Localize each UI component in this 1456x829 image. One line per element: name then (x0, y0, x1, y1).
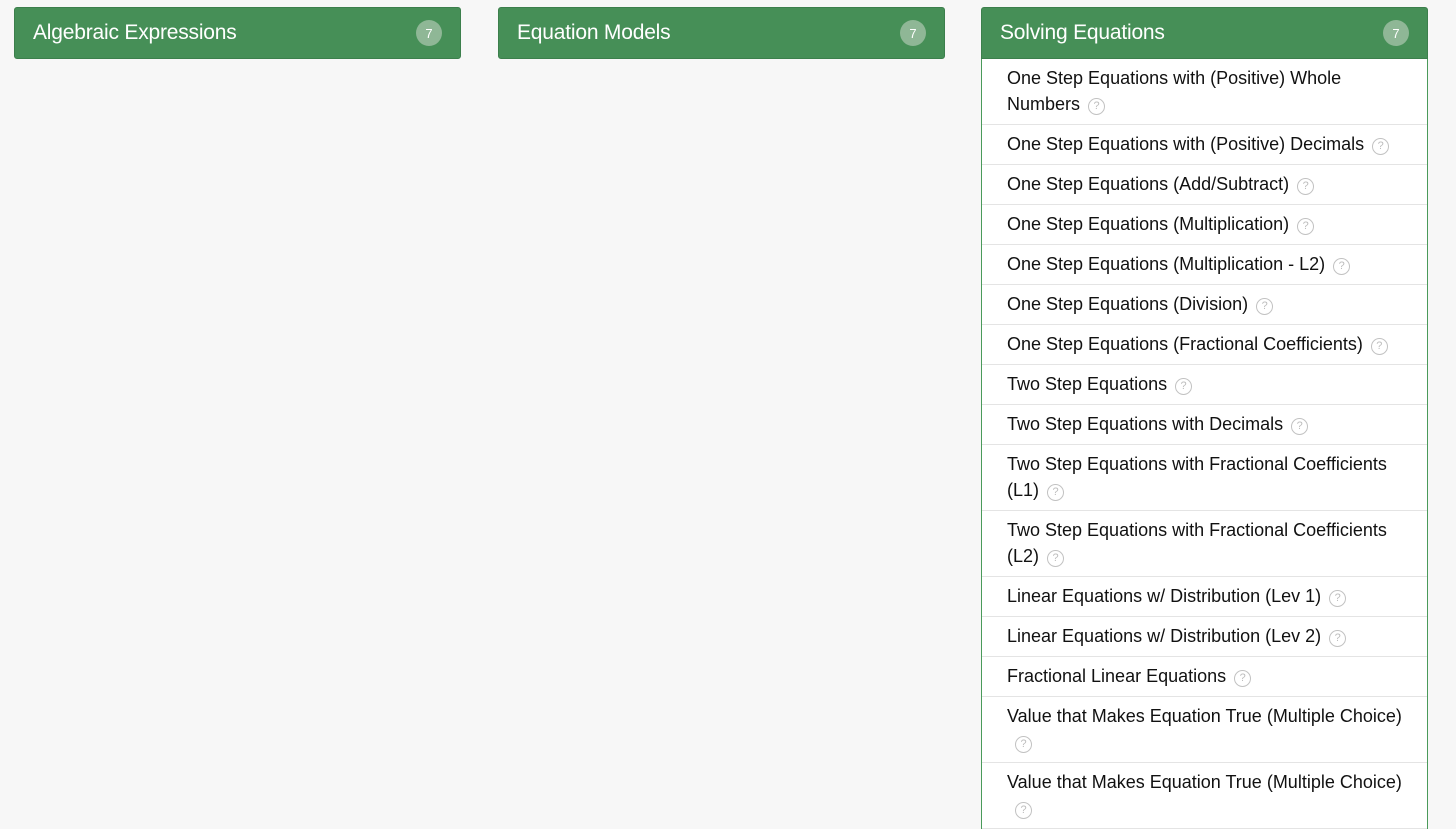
topic-item[interactable]: One Step Equations with (Positive) Decim… (982, 125, 1427, 165)
panel-title: Solving Equations (1000, 21, 1165, 44)
topic-label: Value that Makes Equation True (Multiple… (1007, 706, 1402, 726)
question-circle-icon[interactable]: ? (1047, 484, 1065, 501)
count-badge: 7 (1383, 20, 1409, 46)
panel-solving-equations: Solving Equations 7 One Step Equations w… (981, 7, 1428, 829)
topic-item[interactable]: Value that Makes Equation True (Multiple… (982, 697, 1427, 763)
topic-item[interactable]: Fractional Linear Equations? (982, 657, 1427, 697)
question-circle-icon[interactable]: ? (1297, 178, 1315, 195)
topic-label: Linear Equations w/ Distribution (Lev 2) (1007, 626, 1322, 646)
topic-item[interactable]: Linear Equations w/ Distribution (Lev 2)… (982, 617, 1427, 657)
topic-label: Fractional Linear Equations (1007, 666, 1227, 686)
topic-label: One Step Equations with (Positive) Decim… (1007, 134, 1365, 154)
topic-label: One Step Equations (Division) (1007, 294, 1249, 314)
question-circle-icon[interactable]: ? (1088, 98, 1106, 115)
question-circle-icon[interactable]: ? (1370, 338, 1388, 355)
topic-item[interactable]: Value that Makes Equation True (Multiple… (982, 763, 1427, 829)
question-circle-icon[interactable]: ? (1234, 670, 1252, 687)
topic-list: One Step Equations with (Positive) Whole… (981, 59, 1428, 829)
question-circle-icon[interactable]: ? (1372, 138, 1390, 155)
panel-title: Algebraic Expressions (33, 21, 237, 44)
question-circle-icon[interactable]: ? (1329, 630, 1347, 647)
topic-item[interactable]: One Step Equations (Fractional Coefficie… (982, 325, 1427, 365)
panel-title: Equation Models (517, 21, 671, 44)
question-circle-icon[interactable]: ? (1256, 298, 1274, 315)
topic-item[interactable]: Linear Equations w/ Distribution (Lev 1)… (982, 577, 1427, 617)
topic-item[interactable]: One Step Equations (Division)? (982, 285, 1427, 325)
topic-item[interactable]: Two Step Equations with Fractional Coeff… (982, 445, 1427, 511)
question-circle-icon[interactable]: ? (1297, 218, 1315, 235)
topic-item[interactable]: One Step Equations (Add/Subtract)? (982, 165, 1427, 205)
question-circle-icon[interactable]: ? (1175, 378, 1193, 395)
topic-label: Value that Makes Equation True (Multiple… (1007, 772, 1402, 792)
topic-label: One Step Equations with (Positive) Whole… (1007, 68, 1342, 114)
question-circle-icon[interactable]: ? (1329, 590, 1347, 607)
topic-label: One Step Equations (Add/Subtract) (1007, 174, 1290, 194)
panel-algebraic-expressions: Algebraic Expressions 7 (14, 7, 461, 59)
panel-equation-models: Equation Models 7 (498, 7, 945, 59)
topic-item[interactable]: One Step Equations (Multiplication)? (982, 205, 1427, 245)
topic-label: Two Step Equations (1007, 374, 1168, 394)
question-circle-icon[interactable]: ? (1015, 736, 1032, 753)
question-circle-icon[interactable]: ? (1015, 802, 1032, 819)
topic-label: One Step Equations (Multiplication) (1007, 214, 1290, 234)
question-circle-icon[interactable]: ? (1333, 258, 1351, 275)
panel-header-solving-equations[interactable]: Solving Equations 7 (981, 7, 1428, 59)
panel-header-equation-models[interactable]: Equation Models 7 (498, 7, 945, 59)
question-circle-icon[interactable]: ? (1047, 550, 1065, 567)
topic-item[interactable]: One Step Equations (Multiplication - L2)… (982, 245, 1427, 285)
topic-item[interactable]: Two Step Equations with Fractional Coeff… (982, 511, 1427, 577)
topic-item[interactable]: Two Step Equations? (982, 365, 1427, 405)
topic-label: One Step Equations (Multiplication - L2) (1007, 254, 1326, 274)
topic-label: One Step Equations (Fractional Coefficie… (1007, 334, 1363, 354)
topic-label: Two Step Equations with Decimals (1007, 414, 1284, 434)
topic-item[interactable]: Two Step Equations with Decimals? (982, 405, 1427, 445)
question-circle-icon[interactable]: ? (1291, 418, 1309, 435)
topic-item[interactable]: One Step Equations with (Positive) Whole… (982, 59, 1427, 125)
count-badge: 7 (416, 20, 442, 46)
panel-header-algebraic-expressions[interactable]: Algebraic Expressions 7 (14, 7, 461, 59)
topic-label: Linear Equations w/ Distribution (Lev 1) (1007, 586, 1322, 606)
count-badge: 7 (900, 20, 926, 46)
